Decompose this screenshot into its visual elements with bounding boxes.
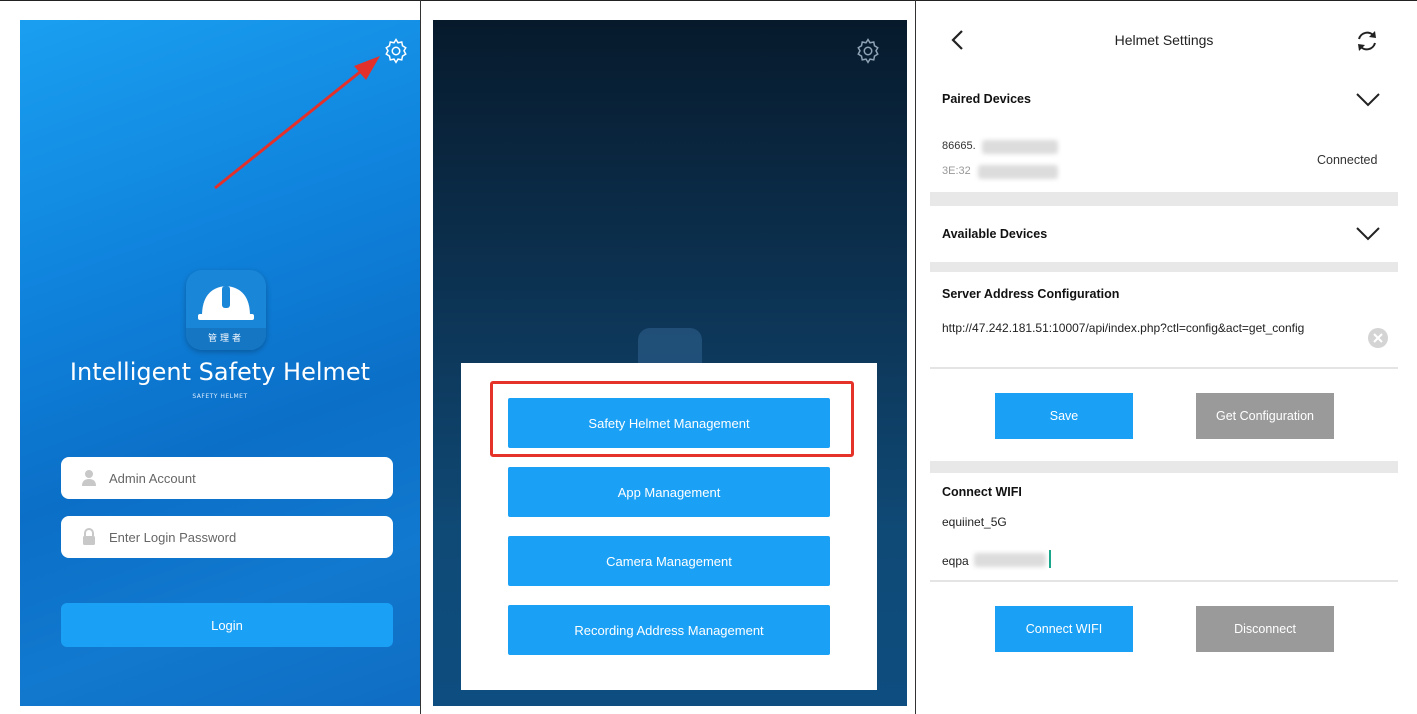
server-url-input[interactable]: http://47.242.181.51:10007/api/index.php…	[942, 320, 1342, 336]
connection-status: Connected	[1317, 153, 1378, 167]
helmet-icon	[198, 286, 254, 320]
get-configuration-button[interactable]: Get Configuration	[1196, 393, 1334, 439]
input-underline	[930, 367, 1398, 369]
admin-account-field[interactable]	[61, 457, 393, 499]
wifi-ssid[interactable]: equiinet_5G	[942, 515, 1007, 529]
chevron-down-icon[interactable]	[1355, 92, 1381, 108]
safety-helmet-management-button[interactable]: Safety Helmet Management	[508, 398, 830, 448]
recording-address-management-button[interactable]: Recording Address Management	[508, 605, 830, 655]
divider-line	[420, 0, 421, 714]
redacted-text	[974, 553, 1046, 567]
lock-icon	[83, 528, 95, 545]
divider-line	[915, 0, 916, 714]
chevron-down-icon[interactable]	[1355, 226, 1381, 242]
app-subtitle: SAFETY HELMET	[192, 393, 248, 400]
close-icon	[1373, 333, 1383, 343]
connect-wifi-button[interactable]: Connect WIFI	[995, 606, 1133, 652]
app-logo: 管理者	[186, 270, 266, 350]
redacted-text	[982, 140, 1058, 154]
page-title: Helmet Settings	[1114, 32, 1214, 48]
password-input[interactable]	[107, 528, 371, 546]
login-button[interactable]: Login	[61, 603, 393, 647]
clear-icon[interactable]	[1368, 328, 1388, 348]
section-divider	[930, 262, 1398, 272]
gear-icon[interactable]	[381, 37, 411, 67]
management-screen: Safety Helmet Management App Management …	[433, 20, 907, 706]
app-management-button[interactable]: App Management	[508, 467, 830, 517]
text-cursor	[1049, 550, 1051, 568]
section-divider	[930, 192, 1398, 206]
camera-management-button[interactable]: Camera Management	[508, 536, 830, 586]
save-button[interactable]: Save	[995, 393, 1133, 439]
management-dialog: Safety Helmet Management App Management …	[461, 363, 877, 690]
app-title: Intelligent Safety Helmet	[69, 358, 371, 386]
user-icon	[82, 470, 96, 486]
admin-account-input[interactable]	[107, 469, 371, 487]
redacted-text	[978, 165, 1058, 179]
device-name: 86665.	[942, 140, 976, 152]
paired-devices-label: Paired Devices	[942, 92, 1031, 106]
refresh-icon[interactable]	[1354, 28, 1380, 54]
input-underline	[930, 580, 1398, 582]
section-divider	[930, 461, 1398, 473]
wifi-password-input[interactable]: eqpa	[942, 554, 969, 568]
device-mac: 3E:32	[942, 165, 971, 177]
app-badge: 管理者	[186, 328, 266, 350]
password-field[interactable]	[61, 516, 393, 558]
disconnect-button[interactable]: Disconnect	[1196, 606, 1334, 652]
helmet-settings-screen: Helmet Settings Paired Devices 86665. 3E…	[930, 20, 1398, 706]
connect-wifi-label: Connect WIFI	[942, 485, 1022, 499]
server-config-label: Server Address Configuration	[942, 287, 1120, 301]
login-screen: 管理者 Intelligent Safety Helmet SAFETY HEL…	[20, 20, 420, 706]
available-devices-label: Available Devices	[942, 227, 1048, 241]
gear-icon[interactable]	[853, 37, 883, 67]
